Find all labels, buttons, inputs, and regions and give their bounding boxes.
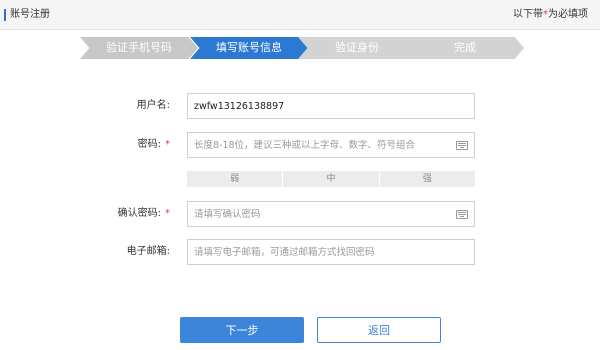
password-required-star: * <box>165 139 170 150</box>
confirm-password-field-box <box>187 201 475 227</box>
step-fill-account-info: 填写账号信息 <box>190 37 308 59</box>
step-verify-identity: 验证身份 <box>298 37 416 59</box>
page-title: 账号注册 <box>10 9 50 20</box>
username-input[interactable] <box>188 94 474 118</box>
strength-strong: 强 <box>422 174 432 184</box>
step-complete: 完成 <box>406 37 524 59</box>
password-input[interactable] <box>188 133 474 157</box>
email-row: 电子邮箱: <box>0 239 600 265</box>
required-note-suffix: 为必填项 <box>548 9 588 20</box>
keyboard-icon[interactable] <box>456 141 468 150</box>
back-button[interactable]: 返回 <box>317 317 441 343</box>
password-label-text: 密码: <box>137 139 161 150</box>
username-row: 用户名: <box>0 93 600 119</box>
password-strength-meter: 弱 中 强 <box>187 171 475 187</box>
username-label: 用户名: <box>137 93 170 119</box>
email-label: 电子邮箱: <box>127 239 170 265</box>
registration-steps: 验证手机号码 填写账号信息 验证身份 完成 <box>80 37 524 59</box>
email-field-box <box>187 239 475 265</box>
confirm-password-label: 确认密码: * <box>118 201 170 227</box>
username-label-text: 用户名: <box>136 100 170 111</box>
confirm-password-input[interactable] <box>188 202 474 226</box>
required-fields-note: 以下带*为必填项 <box>513 8 588 22</box>
page-header: 账号注册 以下带*为必填项 <box>0 0 600 30</box>
email-input[interactable] <box>188 240 474 264</box>
step-verify-phone: 验证手机号码 <box>80 37 198 59</box>
username-field-box <box>187 93 475 119</box>
email-label-text: 电子邮箱: <box>126 246 170 257</box>
password-row: 密码: * <box>0 132 600 158</box>
confirm-password-label-text: 确认密码: <box>117 208 161 219</box>
required-note-prefix: 以下带 <box>513 9 543 20</box>
next-step-button[interactable]: 下一步 <box>180 317 304 343</box>
password-field-box <box>187 132 475 158</box>
header-accent-bar <box>4 9 6 21</box>
confirm-password-row: 确认密码: * <box>0 201 600 227</box>
keyboard-icon[interactable] <box>456 210 468 219</box>
confirm-password-required-star: * <box>165 208 170 219</box>
strength-weak: 弱 <box>187 171 284 187</box>
strength-medium: 中 <box>283 171 380 187</box>
password-label: 密码: * <box>138 132 170 158</box>
